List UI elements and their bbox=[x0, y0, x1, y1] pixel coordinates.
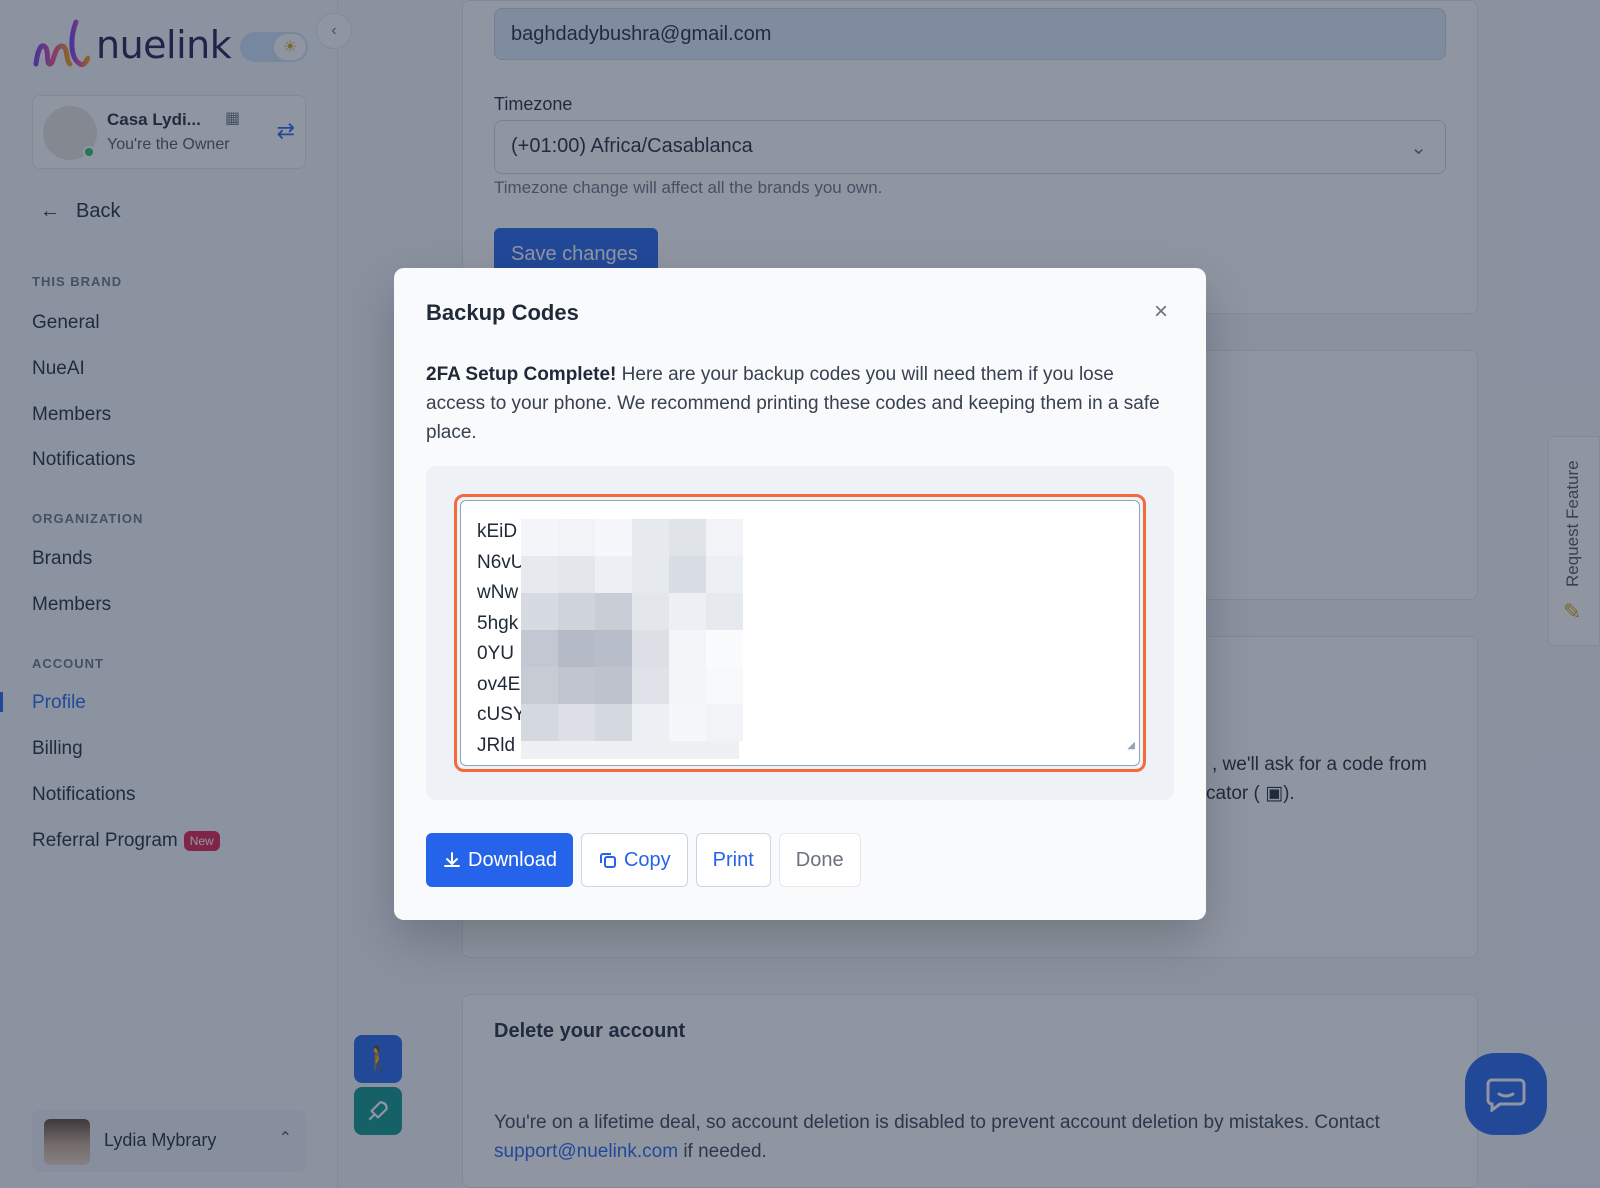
modal-title: Backup Codes bbox=[426, 300, 579, 325]
codes-highlight: kEiD N6vU wNw 5hgk 0YU ov4E cUSY JRld ◢ bbox=[454, 494, 1146, 772]
modal-description: 2FA Setup Complete! Here are your backup… bbox=[426, 360, 1166, 447]
copy-label: Copy bbox=[623, 848, 671, 871]
download-button[interactable]: Download bbox=[426, 833, 573, 887]
download-label: Download bbox=[468, 848, 557, 871]
print-button[interactable]: Print bbox=[695, 833, 771, 887]
download-icon bbox=[444, 852, 460, 867]
copy-button[interactable]: Copy bbox=[580, 833, 688, 887]
resize-handle-icon[interactable]: ◢ bbox=[1127, 731, 1135, 762]
backup-codes-textarea[interactable]: kEiD N6vU wNw 5hgk 0YU ov4E cUSY JRld ◢ bbox=[460, 500, 1140, 766]
done-button[interactable]: Done bbox=[778, 833, 861, 887]
close-icon[interactable]: × bbox=[1154, 298, 1168, 326]
backup-codes-modal: Backup Codes × 2FA Setup Complete! Here … bbox=[394, 268, 1206, 920]
codes-container: kEiD N6vU wNw 5hgk 0YU ov4E cUSY JRld ◢ bbox=[426, 466, 1174, 800]
modal-actions: Download Copy Print Done bbox=[426, 833, 861, 887]
redaction-pixelation bbox=[521, 519, 743, 759]
modal-description-bold: 2FA Setup Complete! bbox=[426, 364, 617, 385]
copy-icon bbox=[599, 853, 616, 868]
